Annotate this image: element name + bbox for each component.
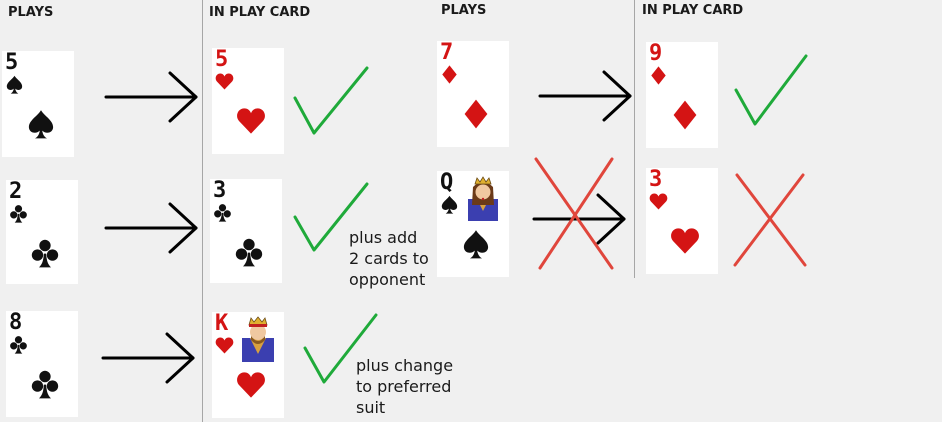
check-mark-icon: [293, 66, 369, 135]
arrow-right-icon: [101, 332, 195, 384]
marks-layer: [101, 54, 808, 384]
check-mark-icon: [734, 54, 808, 126]
x-mark-icon: [733, 173, 807, 267]
arrow-right-icon: [104, 202, 198, 254]
rules-diagram: PLAYS IN PLAY CARD PLAYS IN PLAY CARD 5 …: [0, 0, 942, 422]
arrow-right-icon: [104, 71, 198, 123]
check-mark-icon: [293, 182, 369, 252]
check-mark-icon: [303, 313, 378, 384]
x-mark-icon: [534, 157, 614, 270]
arrow-right-icon: [538, 70, 632, 122]
